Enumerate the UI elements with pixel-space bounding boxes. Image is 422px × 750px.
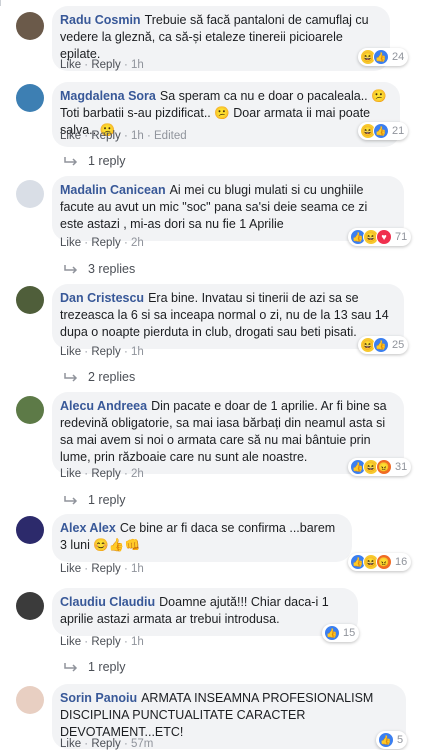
reaction-summary[interactable]: 😆 👍 25	[358, 336, 409, 354]
timestamp[interactable]: 1h	[131, 636, 144, 648]
like-icon: 👍	[324, 625, 340, 641]
angry-icon: 😠	[376, 459, 392, 475]
avatar[interactable]	[16, 686, 44, 714]
reaction-summary[interactable]: 👍 5	[376, 731, 408, 749]
comment-bubble: Claudiu Claudiu Doamne ajută!!! Chiar dac…	[52, 588, 358, 636]
view-replies-link[interactable]: 2 replies	[64, 370, 135, 384]
reaction-count: 24	[392, 51, 405, 63]
reaction-summary[interactable]: 👍 😆 😠 16	[348, 553, 412, 571]
reply-link[interactable]: Reply	[91, 346, 120, 358]
replies-count[interactable]: 1 reply	[88, 154, 126, 168]
like-icon: 👍	[373, 123, 389, 139]
timestamp[interactable]: 1h	[131, 59, 144, 71]
reply-link[interactable]: Reply	[91, 738, 120, 750]
comment-author[interactable]: Claudiu Claudiu	[60, 595, 155, 609]
like-link[interactable]: Like	[60, 468, 81, 480]
avatar[interactable]	[16, 286, 44, 314]
view-replies-link[interactable]: 1 reply	[64, 493, 126, 507]
replies-count[interactable]: 1 reply	[88, 660, 126, 674]
comment-author[interactable]: Sorin Panoiu	[60, 691, 137, 705]
avatar[interactable]	[16, 592, 44, 620]
like-link[interactable]: Like	[60, 636, 81, 648]
like-link[interactable]: Like	[60, 346, 81, 358]
timestamp[interactable]: 1h	[131, 563, 144, 575]
like-icon: 👍	[373, 49, 389, 65]
edited-label[interactable]: Edited	[154, 130, 187, 142]
reply-link[interactable]: Reply	[91, 468, 120, 480]
reply-arrow-icon	[64, 265, 78, 274]
comment-actions: Like · Reply · 2h	[60, 468, 144, 480]
reaction-count: 5	[397, 734, 404, 746]
timestamp[interactable]: 2h	[131, 468, 144, 480]
reaction-count: 15	[343, 627, 356, 639]
view-replies-link[interactable]: 1 reply	[64, 154, 126, 168]
reply-arrow-icon	[64, 496, 78, 505]
timestamp[interactable]: 1h	[131, 346, 144, 358]
replies-count[interactable]: 3 replies	[88, 262, 135, 276]
reply-link[interactable]: Reply	[91, 130, 120, 142]
reaction-count: 71	[395, 231, 408, 243]
like-link[interactable]: Like	[60, 563, 81, 575]
comment-actions: Like · Reply · 1h	[60, 563, 144, 575]
comment-author[interactable]: Radu Cosmin	[60, 13, 141, 27]
comment-author[interactable]: Alex Alex	[60, 521, 116, 535]
reply-link[interactable]: Reply	[91, 636, 120, 648]
reply-arrow-icon	[64, 663, 78, 672]
comment-author[interactable]: Madalin Canicean	[60, 183, 166, 197]
view-replies-link[interactable]: 3 replies	[64, 262, 135, 276]
reaction-summary[interactable]: 👍 15	[322, 624, 360, 642]
avatar[interactable]	[16, 180, 44, 208]
reaction-summary[interactable]: 👍 😆 😠 31	[348, 458, 412, 476]
comment-author[interactable]: Alecu Andreea	[60, 399, 147, 413]
avatar[interactable]	[16, 396, 44, 424]
replies-count[interactable]: 2 replies	[88, 370, 135, 384]
reply-link[interactable]: Reply	[91, 563, 120, 575]
reply-link[interactable]: Reply	[91, 237, 120, 249]
like-link[interactable]: Like	[60, 59, 81, 71]
reaction-summary[interactable]: 😆 👍 24	[358, 48, 409, 66]
comment-actions: Like · Reply · 1h	[60, 59, 144, 71]
comment-author[interactable]: Magdalena Sora	[60, 89, 156, 103]
reaction-count: 25	[392, 339, 405, 351]
comment-actions: Like · Reply · 57m	[60, 738, 154, 750]
like-link[interactable]: Like	[60, 237, 81, 249]
thread-line	[0, 0, 7, 6]
reaction-count: 31	[395, 461, 408, 473]
avatar[interactable]	[16, 84, 44, 112]
comment-actions: Like · Reply · 1h	[60, 636, 144, 648]
like-link[interactable]: Like	[60, 130, 81, 142]
timestamp[interactable]: 57m	[131, 738, 153, 750]
reaction-summary[interactable]: 😆 👍 21	[358, 122, 409, 140]
comment-author[interactable]: Dan Cristescu	[60, 291, 144, 305]
timestamp[interactable]: 1h	[131, 130, 144, 142]
reply-link[interactable]: Reply	[91, 59, 120, 71]
comment-actions: Like · Reply · 1h · Edited	[60, 130, 187, 142]
comment-bubble: Dan Cristescu Era bine. Invatau si tineri…	[52, 284, 404, 349]
reply-arrow-icon	[64, 373, 78, 382]
view-replies-link[interactable]: 1 reply	[64, 660, 126, 674]
like-link[interactable]: Like	[60, 738, 81, 750]
comment-actions: Like · Reply · 1h	[60, 346, 144, 358]
angry-icon: 😠	[376, 554, 392, 570]
timestamp[interactable]: 2h	[131, 237, 144, 249]
reaction-summary[interactable]: 👍 😆 ♥ 71	[348, 228, 412, 246]
avatar[interactable]	[16, 12, 44, 40]
reaction-count: 21	[392, 125, 405, 137]
replies-count[interactable]: 1 reply	[88, 493, 126, 507]
reply-arrow-icon	[64, 157, 78, 166]
like-icon: 👍	[378, 732, 394, 748]
like-icon: 👍	[373, 337, 389, 353]
love-icon: ♥	[376, 229, 392, 245]
comment-bubble: Alex Alex Ce bine ar fi daca se confirma …	[52, 514, 352, 562]
avatar[interactable]	[16, 516, 44, 544]
comment-actions: Like · Reply · 2h	[60, 237, 144, 249]
reaction-count: 16	[395, 556, 408, 568]
